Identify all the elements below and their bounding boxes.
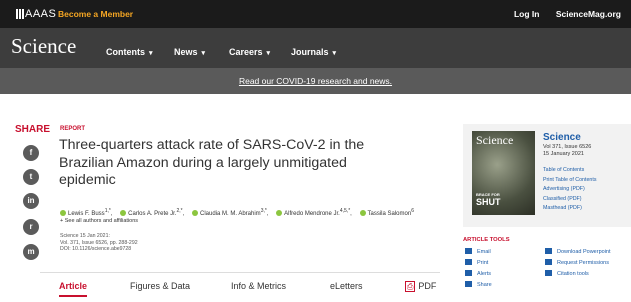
issue-date: 15 January 2021 xyxy=(543,151,584,157)
author-name[interactable]: Carlos A. Prete Jr. xyxy=(128,211,176,217)
request-permissions-tool[interactable]: Request Permissions xyxy=(545,259,609,266)
author-name[interactable]: Claudia M. M. Abrahim xyxy=(200,211,261,217)
facebook-share-button[interactable]: f xyxy=(23,145,39,161)
article-citation: Science 15 Jan 2021: Vol. 371, Issue 652… xyxy=(60,233,138,253)
chevron-down-icon: ▾ xyxy=(201,50,206,57)
orcid-icon xyxy=(60,210,66,216)
pdf-icon: ⎙ xyxy=(405,281,416,292)
citation-doi[interactable]: DOI: 10.1126/science.abe9728 xyxy=(60,246,138,253)
tab-pdf-label: PDF xyxy=(418,281,437,291)
aaas-text: AAAS xyxy=(25,8,57,20)
become-member-link[interactable]: Become a Member xyxy=(58,9,133,19)
nav-contents[interactable]: Contents ▾ xyxy=(106,47,153,57)
share-tool[interactable]: Share xyxy=(465,281,492,288)
print-toc-link[interactable]: Print Table of Contents xyxy=(543,176,597,186)
author-name[interactable]: Alfredo Mendrone Jr. xyxy=(284,211,340,217)
sciencemag-link[interactable]: ScienceMag.org xyxy=(556,9,621,19)
print-icon xyxy=(465,259,472,265)
alerts-tool[interactable]: Alerts xyxy=(465,270,491,277)
author-affiliation: 2,* xyxy=(176,208,183,214)
print-tool[interactable]: Print xyxy=(465,259,488,266)
masthead-pdf-link[interactable]: Masthead (PDF) xyxy=(543,204,597,214)
tab-pdf[interactable]: ⎙ PDF xyxy=(405,281,436,292)
account-links: Log In ScienceMag.org xyxy=(500,9,621,19)
author-list: Lewis F. Buss1,*, Carlos A. Prete Jr.2,*… xyxy=(60,208,414,217)
chevron-down-icon: ▾ xyxy=(266,50,271,57)
cover-headline: SHUT xyxy=(476,197,501,207)
chevron-down-icon: ▾ xyxy=(149,50,153,57)
nav-careers[interactable]: Careers ▾ xyxy=(229,47,270,57)
author-affiliation: 4,5,* xyxy=(339,208,351,214)
tab-info-metrics[interactable]: Info & Metrics xyxy=(231,281,286,291)
issue-cover-image[interactable]: Science BRACE FOR SHUT xyxy=(472,131,535,215)
tab-eletters[interactable]: eLetters xyxy=(330,281,363,291)
chevron-down-icon: ▾ xyxy=(332,50,337,57)
linkedin-share-button[interactable]: in xyxy=(23,193,39,209)
orcid-icon xyxy=(359,210,366,216)
login-link[interactable]: Log In xyxy=(514,9,540,19)
issue-volume: Vol 371, Issue 6526 xyxy=(543,144,592,150)
classified-pdf-link[interactable]: Classified (PDF) xyxy=(543,195,597,205)
author-name[interactable]: Tassila Salomon xyxy=(368,211,412,217)
orcid-icon xyxy=(120,210,127,216)
citation-tools-tool[interactable]: Citation tools xyxy=(545,270,589,277)
covid-banner-link[interactable]: Read our COVID-19 research and news. xyxy=(0,76,631,86)
alert-icon xyxy=(465,270,472,276)
twitter-share-button[interactable]: t xyxy=(23,169,39,185)
article-tools-label: ARTICLE TOOLS xyxy=(463,237,510,243)
see-all-authors-link[interactable]: + See all authors and affiliations xyxy=(60,218,138,224)
covid-banner: Read our COVID-19 research and news. xyxy=(0,68,631,94)
article-title: Three-quarters attack rate of SARS-CoV-2… xyxy=(59,137,365,188)
active-tab-indicator xyxy=(59,295,87,297)
advertising-pdf-link[interactable]: Advertising (PDF) xyxy=(543,185,597,195)
download-icon xyxy=(545,248,552,254)
citation-icon xyxy=(545,270,552,276)
reddit-share-button[interactable]: r xyxy=(23,219,39,235)
sidebar-links: Table of Contents Print Table of Content… xyxy=(543,166,597,214)
top-bar: AAAS Become a Member Log In ScienceMag.o… xyxy=(0,0,631,28)
author-name[interactable]: Lewis F. Buss xyxy=(68,211,105,217)
tab-figures-data[interactable]: Figures & Data xyxy=(130,281,190,291)
author-affiliation: 1,* xyxy=(104,208,111,214)
orcid-icon xyxy=(191,210,198,216)
permissions-icon xyxy=(545,259,552,265)
sidebar-brand[interactable]: Science xyxy=(543,132,581,143)
orcid-icon xyxy=(276,210,283,216)
tab-article[interactable]: Article xyxy=(59,281,87,291)
email-tool[interactable]: Email xyxy=(465,248,491,255)
science-logo[interactable]: Science xyxy=(11,34,76,59)
share-label: SHARE xyxy=(15,124,51,135)
nav-news[interactable]: News ▾ xyxy=(174,47,205,57)
aaas-logo[interactable]: AAAS xyxy=(16,8,56,20)
author-affiliation: 3,* xyxy=(260,208,267,214)
main-nav: Science Contents ▾ News ▾ Careers ▾ Journal… xyxy=(0,28,631,68)
share-icon xyxy=(465,281,472,287)
download-powerpoint-tool[interactable]: Download Powerpoint xyxy=(545,248,611,255)
email-share-button[interactable]: m xyxy=(23,244,39,260)
table-of-contents-link[interactable]: Table of Contents xyxy=(543,166,597,176)
author-affiliation: 6 xyxy=(411,208,414,214)
cover-title: Science xyxy=(476,133,514,147)
sidebar-issue-info: Vol 371, Issue 6526 15 January 2021 xyxy=(543,144,591,158)
article-tabs: Article Figures & Data Info & Metrics eL… xyxy=(40,272,440,302)
article-type: REPORT xyxy=(60,126,86,132)
email-icon xyxy=(465,248,472,254)
nav-journals[interactable]: Journals ▾ xyxy=(291,47,336,57)
